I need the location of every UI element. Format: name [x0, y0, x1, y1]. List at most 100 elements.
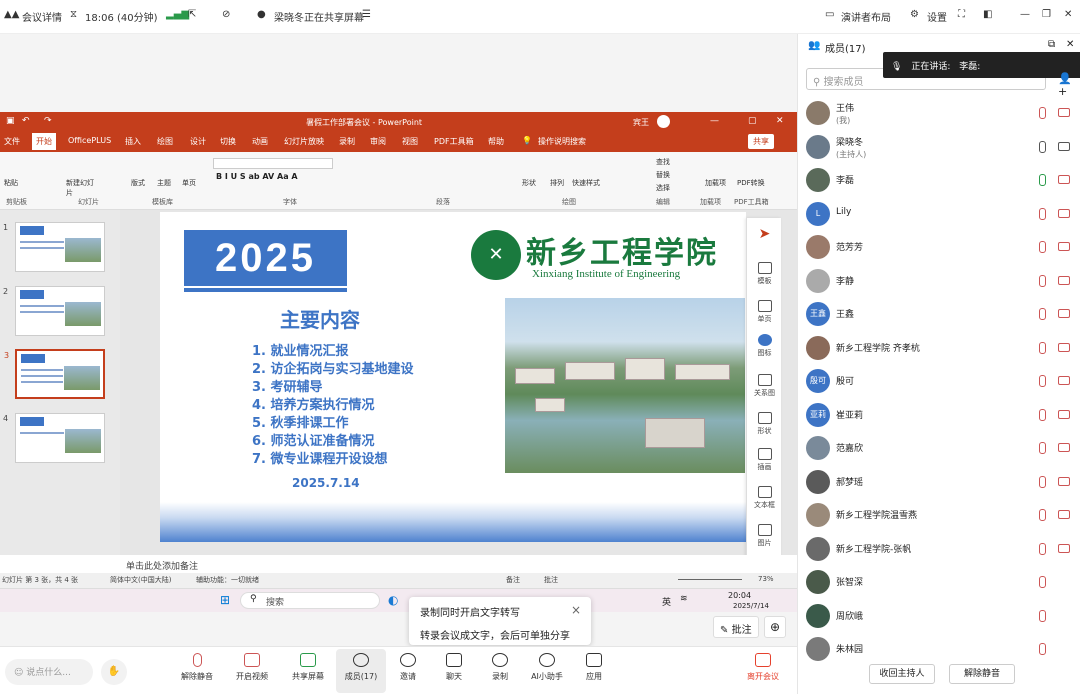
member-row[interactable]: 新乡工程学院 齐孝杭	[806, 333, 1076, 363]
ime-indicator[interactable]: 英	[662, 595, 671, 608]
member-row[interactable]: 新乡工程学院温雪燕	[806, 500, 1076, 530]
sharing-menu-icon[interactable]: ☰	[362, 9, 371, 20]
ppt-minimize-icon[interactable]: —	[710, 116, 719, 126]
tab-transitions[interactable]: 切换	[220, 136, 236, 147]
mic-muted-icon[interactable]	[1039, 442, 1046, 454]
new-slide-button[interactable]: 新建幻灯片	[66, 178, 96, 198]
camera-off-icon[interactable]	[1058, 275, 1070, 285]
camera-off-icon[interactable]	[1058, 409, 1070, 419]
member-row[interactable]: 王伟 (我)	[806, 98, 1076, 128]
share-screen-button[interactable]: 共享屏幕	[283, 653, 333, 682]
members-button[interactable]: 成员(17)	[336, 649, 386, 693]
tip-close-icon[interactable]: ×	[571, 603, 581, 617]
camera-off-icon[interactable]	[1058, 510, 1070, 519]
member-row[interactable]: 范芳芳	[806, 232, 1076, 262]
tool-template[interactable]: 模板	[747, 262, 782, 286]
apps-button[interactable]: 应用	[569, 653, 619, 682]
tool-illustration[interactable]: 插画	[747, 448, 782, 472]
mic-muted-icon[interactable]	[1039, 375, 1046, 387]
signal-icon[interactable]: ▂▄▆	[166, 9, 189, 20]
tab-record[interactable]: 录制	[339, 136, 355, 147]
camera-off-icon[interactable]	[1058, 175, 1070, 184]
tool-relation-diagram[interactable]: 关系图	[747, 374, 782, 398]
slide-thumb-2[interactable]: 2	[3, 286, 105, 336]
tab-draw[interactable]: 绘图	[157, 136, 173, 147]
tab-insert[interactable]: 插入	[125, 136, 141, 147]
member-row[interactable]: 李静	[806, 266, 1076, 296]
notes-pane[interactable]: 单击此处添加备注	[120, 555, 797, 573]
recall-host-button[interactable]: 收回主持人	[869, 664, 935, 684]
tool-single-page[interactable]: 单页	[747, 300, 782, 324]
mic-muted-icon[interactable]	[1039, 408, 1046, 421]
zoom-level[interactable]: 73%	[758, 575, 774, 583]
tab-review[interactable]: 审阅	[370, 136, 386, 147]
layout-gallery-button[interactable]: 版式	[131, 178, 145, 188]
zoom-slider[interactable]	[678, 579, 742, 580]
ppt-close-icon[interactable]: ✕	[776, 116, 784, 126]
mic-muted-icon[interactable]	[1039, 140, 1046, 153]
find-button[interactable]: 查找	[656, 157, 670, 167]
member-row[interactable]: L Lily	[806, 199, 1076, 229]
paste-button[interactable]: 粘贴	[4, 178, 18, 188]
tab-slideshow[interactable]: 幻灯片放映	[284, 136, 324, 147]
layout-button[interactable]: 演讲者布局	[841, 9, 891, 24]
ppt-maximize-icon[interactable]: ▢	[748, 116, 757, 126]
mic-muted-icon[interactable]	[1039, 207, 1046, 220]
user-avatar[interactable]	[657, 115, 670, 128]
pdf-convert-button[interactable]: PDF转换	[737, 178, 765, 188]
member-row[interactable]: 新乡工程学院-张帆	[806, 534, 1076, 564]
fullscreen-icon[interactable]: ⛶	[958, 9, 965, 20]
tab-officeplus[interactable]: OfficePLUS	[68, 136, 111, 145]
mic-muted-icon[interactable]	[1039, 576, 1046, 588]
tab-design[interactable]: 设计	[190, 136, 206, 147]
select-button[interactable]: 选择	[656, 183, 670, 193]
font-format-buttons[interactable]: B I U S ab AV Aa A	[216, 172, 298, 181]
tab-home[interactable]: 开始	[32, 133, 56, 150]
minimize-icon[interactable]: —	[1020, 9, 1030, 20]
chat-input[interactable]: ☺ 说点什么...	[5, 659, 93, 685]
tab-animations[interactable]: 动画	[252, 136, 268, 147]
annotation-off-icon[interactable]: ⊘	[222, 9, 230, 20]
slide-thumb-1[interactable]: 1	[3, 222, 105, 272]
clock-date[interactable]: 2025/7/14	[733, 602, 769, 610]
mic-muted-icon[interactable]	[1039, 509, 1046, 521]
tool-icons[interactable]: 图标	[747, 334, 782, 358]
member-row[interactable]: 周欣峨	[806, 601, 1076, 631]
restore-icon[interactable]: ❐	[1042, 9, 1051, 20]
member-row[interactable]: 范嘉欣	[806, 433, 1076, 463]
record-button[interactable]: 录制	[475, 653, 525, 682]
raise-hand-icon[interactable]: ✋	[101, 659, 127, 685]
tab-help[interactable]: 帮助	[488, 136, 504, 147]
unmute-button[interactable]: 解除静音	[172, 653, 222, 682]
theme-button[interactable]: 主题	[157, 178, 171, 188]
slide-thumb-4[interactable]: 4	[3, 413, 105, 463]
leave-meeting-button[interactable]: 离开会议	[738, 653, 788, 682]
quick-styles-button[interactable]: 快速样式	[572, 178, 600, 188]
popout-icon[interactable]: ⇱	[188, 9, 196, 20]
camera-off-icon[interactable]	[1058, 141, 1070, 151]
save-icon[interactable]: ▣	[6, 116, 15, 126]
gear-icon[interactable]: ⚙	[910, 9, 919, 20]
clock-time[interactable]: 20:04	[728, 591, 751, 600]
start-video-button[interactable]: 开启视频	[227, 653, 277, 682]
undo-icon[interactable]: ↶	[22, 116, 30, 126]
chat-button[interactable]: 聊天	[429, 653, 479, 682]
camera-off-icon[interactable]	[1058, 543, 1070, 553]
member-row[interactable]: 李磊	[806, 165, 1076, 195]
add-member-icon[interactable]: 👤+	[1058, 72, 1080, 98]
unmute-all-button[interactable]: 解除静音	[949, 664, 1015, 684]
ppt-share-button[interactable]: 共享	[748, 134, 774, 149]
sidebar-toggle-icon[interactable]: ◧	[983, 9, 992, 20]
camera-off-icon[interactable]	[1058, 309, 1070, 318]
zoom-in-icon[interactable]: ⊕	[764, 616, 786, 638]
shape-button[interactable]: 形状	[522, 178, 536, 188]
mic-muted-icon[interactable]	[1039, 643, 1046, 655]
edge-icon[interactable]: ◐	[388, 593, 398, 607]
wifi-icon[interactable]: ≋	[680, 594, 688, 604]
tool-picture[interactable]: 图片	[747, 524, 782, 548]
panel-popout-icon[interactable]: ⧉	[1048, 39, 1055, 50]
comments-toggle[interactable]: 批注	[544, 575, 558, 585]
tool-shapes[interactable]: 形状	[747, 412, 782, 436]
mic-muted-icon[interactable]	[1039, 542, 1046, 555]
camera-off-icon[interactable]	[1058, 476, 1070, 486]
